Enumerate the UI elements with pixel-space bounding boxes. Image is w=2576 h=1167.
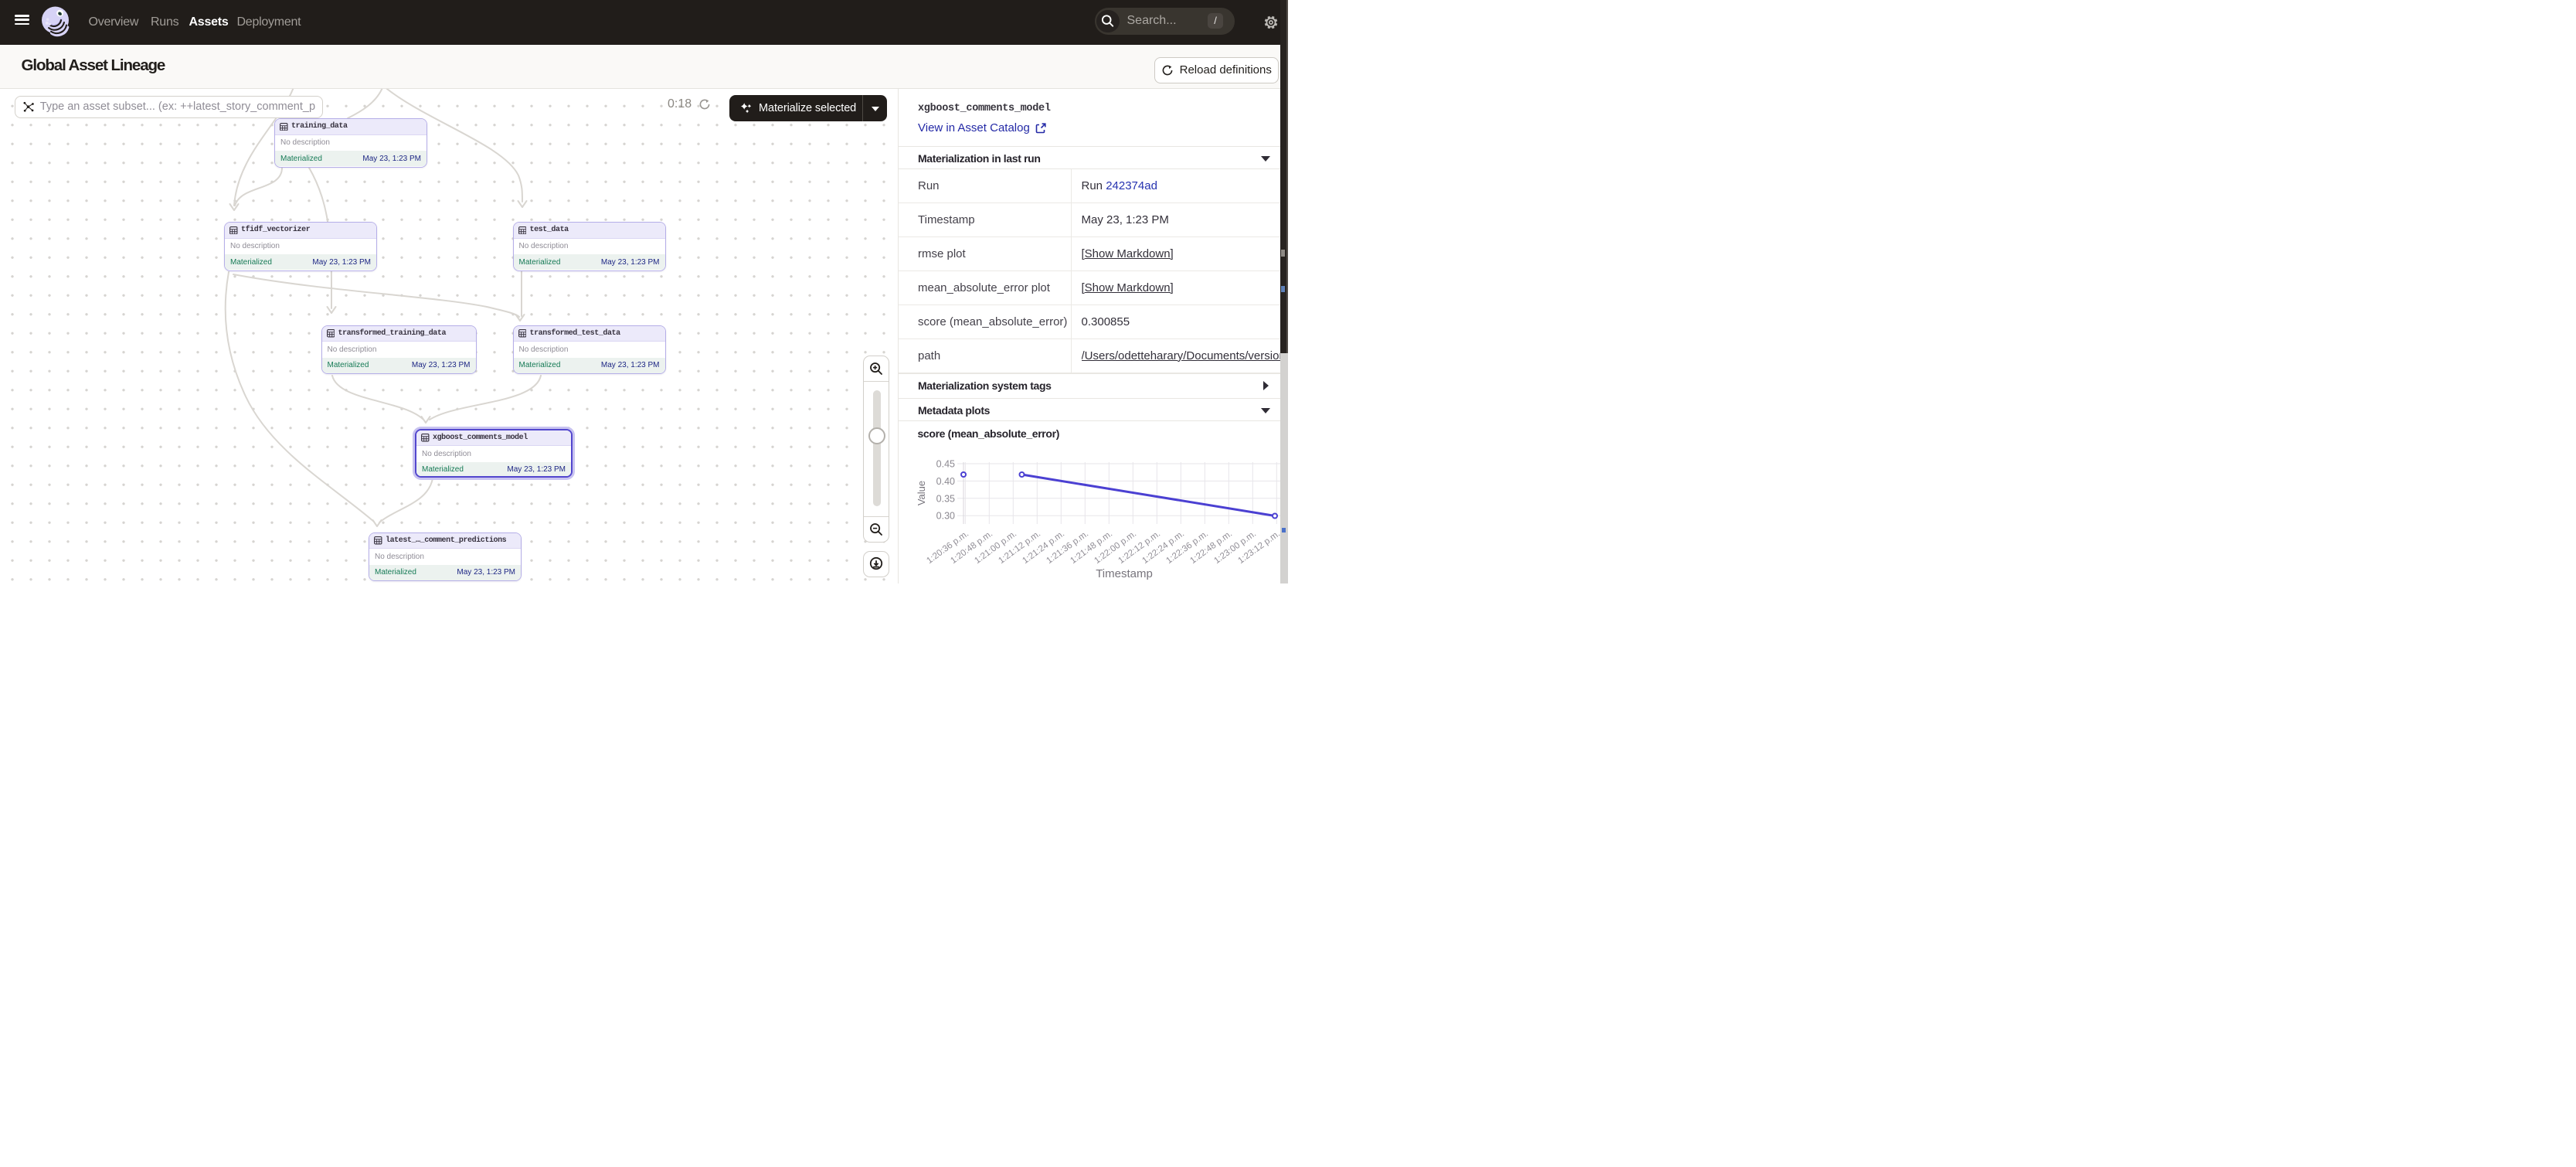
svg-text:0.30: 0.30 bbox=[936, 511, 954, 522]
svg-text:Timestamp: Timestamp bbox=[1096, 567, 1153, 580]
svg-text:Value: Value bbox=[916, 481, 927, 505]
svg-text:1:23:12 p.m.: 1:23:12 p.m. bbox=[1236, 529, 1282, 566]
svg-text:0.35: 0.35 bbox=[936, 493, 954, 504]
svg-text:0.45: 0.45 bbox=[936, 459, 954, 470]
svg-text:0.40: 0.40 bbox=[936, 476, 954, 487]
